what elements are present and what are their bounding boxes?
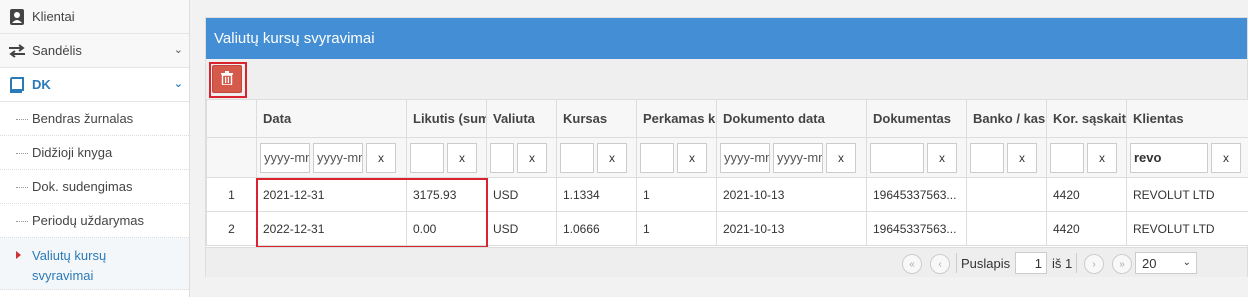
doc-date-to-filter[interactable]: yyyy-mm <box>773 142 823 173</box>
clear-filter-button[interactable]: x <box>597 142 627 173</box>
cell-valiuta: USD <box>486 177 557 212</box>
col-header-dokumentas[interactable]: Dokumentas <box>866 99 967 138</box>
col-header-kursas[interactable]: Kursas <box>556 99 637 138</box>
sidebar-subitem-label: Didžioji knyga <box>32 145 113 160</box>
page-number-input[interactable]: 1 <box>1015 252 1047 274</box>
toolbar <box>206 59 1247 99</box>
table-row[interactable]: 2 2022-12-31 0.00 USD 1.0666 1 2021-10-1… <box>206 211 1248 246</box>
sidebar-subitem-label: Dok. sudengimas <box>32 179 133 194</box>
likutis-filter[interactable] <box>410 142 444 173</box>
book-icon <box>8 76 26 94</box>
cell-klientas: REVOLUT LTD <box>1126 211 1248 246</box>
page-size-select[interactable]: 20 ⌄ <box>1135 252 1197 274</box>
cell-banko <box>966 177 1047 212</box>
sidebar-subitem-didzioji-knyga[interactable]: Didžioji knyga <box>0 136 189 170</box>
cell-dokumentas: 19645337563... <box>866 177 967 212</box>
kor-saskaita-filter[interactable] <box>1050 142 1084 173</box>
col-header-valiuta[interactable]: Valiuta <box>486 99 557 138</box>
sidebar-item-label: DK <box>32 77 51 92</box>
kursas-filter[interactable] <box>560 142 594 173</box>
cell-valiuta: USD <box>486 211 557 246</box>
col-header-dokumento-data[interactable]: Dokumento data <box>716 99 867 138</box>
row-number: 1 <box>206 177 257 212</box>
cell-perkamas: 1 <box>636 177 717 212</box>
transfer-arrows-icon <box>8 42 26 60</box>
cell-dokumento-data: 2021-10-13 <box>716 177 867 212</box>
cell-dokumentas: 19645337563... <box>866 211 967 246</box>
sidebar: Klientai Sandėlis ⌄ DK ⌄ Bendras žurnala… <box>0 0 190 297</box>
page-count-label: iš 1 <box>1052 256 1073 271</box>
cell-kor-saskaita: 4420 <box>1046 177 1127 212</box>
date-to-filter[interactable]: yyyy-mm <box>313 142 363 173</box>
sidebar-item-klientai[interactable]: Klientai <box>0 0 189 34</box>
table-row[interactable]: 1 2021-12-31 3175.93 USD 1.1334 1 2021-1… <box>206 177 1248 212</box>
clear-filter-button[interactable]: x <box>517 142 547 173</box>
sidebar-subitem-label: Periodų uždarymas <box>32 213 144 228</box>
pager: « ‹ Puslapis 1 iš 1 › » 20 ⌄ <box>206 247 1247 277</box>
sidebar-subitem-label: Valiutų kursų svyravimai <box>32 248 107 283</box>
sidebar-subitem-label: Bendras žurnalas <box>32 111 134 126</box>
col-header-banko[interactable]: Banko / kas <box>966 99 1047 138</box>
col-header-likutis[interactable]: Likutis (sum <box>406 99 487 138</box>
highlight-box <box>209 62 247 98</box>
caret-right-icon <box>16 251 21 259</box>
date-from-filter[interactable]: yyyy-mm <box>260 142 310 173</box>
clear-filter-button[interactable]: x <box>1087 142 1117 173</box>
page-size-value: 20 <box>1142 255 1157 271</box>
first-page-button[interactable]: « <box>902 254 922 274</box>
col-header-rownum <box>206 99 257 138</box>
cell-banko <box>966 211 1047 246</box>
prev-page-button[interactable]: ‹ <box>930 254 950 274</box>
page-label: Puslapis <box>961 256 1011 271</box>
sidebar-subitem-periodu-uzdarymas[interactable]: Periodų uždarymas <box>0 204 189 238</box>
clear-filter-button[interactable]: x <box>1007 142 1037 173</box>
chevron-down-icon: ⌄ <box>1182 257 1191 268</box>
col-header-perkamas[interactable]: Perkamas k <box>636 99 717 138</box>
clear-filter-button[interactable]: x <box>927 142 957 173</box>
chevron-down-icon: ⌄ <box>173 78 183 90</box>
col-header-kor-saskaita[interactable]: Kor. sąskait <box>1046 99 1127 138</box>
contact-book-icon <box>8 8 26 26</box>
clear-filter-button[interactable]: x <box>1211 142 1241 173</box>
clear-filter-button[interactable]: x <box>677 142 707 173</box>
perkamas-filter[interactable] <box>640 142 674 173</box>
cell-perkamas: 1 <box>636 211 717 246</box>
clear-filter-button[interactable]: x <box>366 142 396 173</box>
panel-title: Valiutų kursų svyravimai <box>206 18 1247 59</box>
clear-filter-button[interactable]: x <box>447 142 477 173</box>
row-number: 2 <box>206 211 257 246</box>
banko-filter[interactable] <box>970 142 1004 173</box>
clear-filter-button[interactable]: x <box>826 142 856 173</box>
sidebar-item-dk[interactable]: DK ⌄ <box>0 68 189 102</box>
klientas-filter[interactable]: revo <box>1130 142 1208 173</box>
cell-data: 2022-12-31 <box>256 211 407 246</box>
cell-data: 2021-12-31 <box>256 177 407 212</box>
doc-date-from-filter[interactable]: yyyy-mm <box>720 142 770 173</box>
sidebar-subitem-bendras-zurnalas[interactable]: Bendras žurnalas <box>0 102 189 136</box>
sidebar-item-sandelis[interactable]: Sandėlis ⌄ <box>0 34 189 68</box>
last-page-button[interactable]: » <box>1112 254 1132 274</box>
sidebar-item-label: Klientai <box>32 9 75 24</box>
sidebar-item-label: Sandėlis <box>32 43 82 58</box>
next-page-button[interactable]: › <box>1084 254 1104 274</box>
sidebar-submenu: Bendras žurnalas Didžioji knyga Dok. sud… <box>0 102 189 290</box>
sidebar-subitem-dok-sudengimas[interactable]: Dok. sudengimas <box>0 170 189 204</box>
dokumentas-filter[interactable] <box>870 142 924 173</box>
chevron-down-icon: ⌄ <box>173 44 183 56</box>
cell-kursas: 1.0666 <box>556 211 637 246</box>
cell-klientas: REVOLUT LTD <box>1126 177 1248 212</box>
grid-panel: Valiutų kursų svyravimai Data Likutis (s… <box>205 17 1248 277</box>
valiuta-filter[interactable] <box>490 142 514 173</box>
col-header-klientas[interactable]: Klientas <box>1126 99 1248 138</box>
cell-kor-saskaita: 4420 <box>1046 211 1127 246</box>
data-grid: Data Likutis (sum Valiuta Kursas Perkama… <box>206 99 1248 246</box>
sidebar-subitem-valiutu-kursu-svyravimai[interactable]: Valiutų kursų svyravimai <box>0 238 189 290</box>
cell-kursas: 1.1334 <box>556 177 637 212</box>
cell-likutis: 3175.93 <box>406 177 487 212</box>
col-header-data[interactable]: Data <box>256 99 407 138</box>
cell-dokumento-data: 2021-10-13 <box>716 211 867 246</box>
cell-likutis: 0.00 <box>406 211 487 246</box>
